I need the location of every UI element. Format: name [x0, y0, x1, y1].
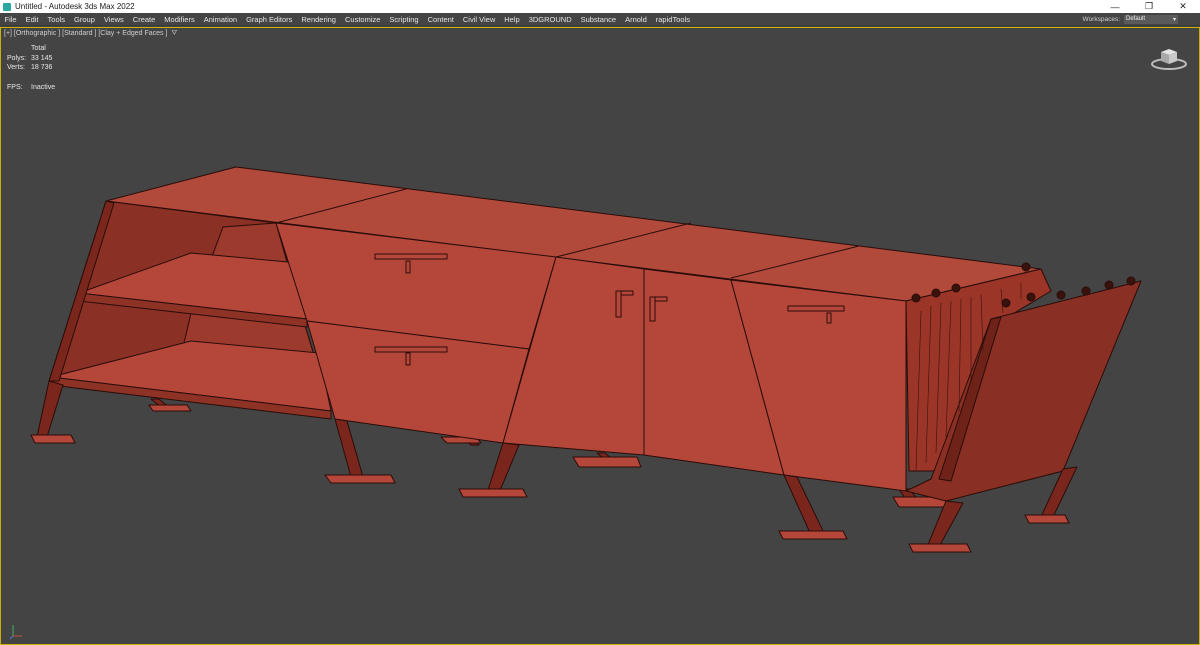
menu-item-customize[interactable]: Customize [340, 15, 384, 24]
stats-header: Total [31, 45, 46, 52]
foot-pad [1024, 514, 1070, 524]
menu-item-create[interactable]: Create [128, 15, 160, 24]
menu-item-edit[interactable]: Edit [21, 15, 43, 24]
clay-model-cabinet [30, 166, 1142, 553]
foot-pad [572, 456, 642, 468]
close-button[interactable]: ✕ [1166, 0, 1200, 13]
menu-item-file[interactable]: File [0, 15, 21, 24]
menu-item-substance[interactable]: Substance [576, 15, 620, 24]
menu-item-animation[interactable]: Animation [199, 15, 241, 24]
foot-pad [148, 404, 192, 412]
menu-item-graph-editors[interactable]: Graph Editors [242, 15, 297, 24]
app-icon [3, 2, 11, 11]
menu-bar: File Edit Tools Group Views Create Modifiers An… [0, 13, 1200, 26]
menu-item-help[interactable]: Help [500, 15, 524, 24]
polys-label: Polys: [7, 54, 27, 62]
menu-item-3dground[interactable]: 3DGROUND [524, 15, 576, 24]
perspective-viewport[interactable]: [+] [Orthographic ] [Standard ] [Clay + … [0, 27, 1200, 645]
foot-pad [324, 474, 396, 484]
viewport-label-text: [+] [Orthographic ] [Standard ] [Clay + … [4, 30, 168, 37]
menu-item-modifiers[interactable]: Modifiers [160, 15, 199, 24]
minimize-button[interactable]: — [1098, 0, 1132, 13]
foot-pad [30, 434, 76, 444]
title-bar: Untitled - Autodesk 3ds Max 2022 — ❐ ✕ [0, 0, 1200, 13]
verts-label: Verts: [7, 64, 25, 71]
foot-pad [458, 488, 528, 498]
foot-pad [908, 543, 972, 553]
menu-item-content[interactable]: Content [423, 15, 458, 24]
workspaces-label: Workspaces: [1082, 15, 1120, 23]
leg [926, 500, 964, 548]
polys-value: 33 145 [31, 54, 53, 62]
menu-item-rapidtools[interactable]: rapidTools [651, 15, 694, 24]
fps-value: Inactive [31, 83, 56, 91]
window-title: Untitled - Autodesk 3ds Max 2022 [15, 2, 135, 11]
leg [783, 474, 826, 536]
menu-item-rendering[interactable]: Rendering [297, 15, 341, 24]
filter-icon[interactable]: ⛛ [171, 30, 177, 37]
workspaces: Workspaces: Default ▾ [1082, 14, 1200, 24]
viewcube-icon[interactable] [1149, 42, 1189, 72]
menu-item-scripting[interactable]: Scripting [385, 15, 423, 24]
restore-button[interactable]: ❐ [1132, 0, 1166, 13]
menu-item-arnold[interactable]: Arnold [621, 15, 652, 24]
main-menu: File Edit Tools Group Views Create Modifiers An… [0, 15, 694, 24]
foot-pad [778, 530, 848, 540]
workspaces-value: Default [1126, 16, 1146, 22]
axis-tripod-icon [9, 625, 22, 640]
menu-item-tools[interactable]: Tools [43, 15, 70, 24]
menu-item-civil-view[interactable]: Civil View [458, 15, 499, 24]
leg [486, 442, 520, 494]
verts-value: 18 736 [31, 64, 53, 71]
leg [334, 418, 364, 478]
leg [36, 380, 64, 438]
workspaces-dropdown[interactable]: Default ▾ [1124, 14, 1178, 24]
viewport-statistics: Total Polys: 33 145 Verts: 18 736 FPS: Inac… [7, 44, 55, 92]
menu-item-views[interactable]: Views [99, 15, 128, 24]
fps-label: FPS: [7, 83, 23, 91]
menu-item-group[interactable]: Group [70, 15, 100, 24]
viewport-label-menu[interactable]: [+] [Orthographic ] [Standard ] [Clay + … [4, 30, 177, 38]
chevron-down-icon: ▾ [1172, 16, 1176, 23]
window-controls: — ❐ ✕ [1098, 0, 1200, 13]
